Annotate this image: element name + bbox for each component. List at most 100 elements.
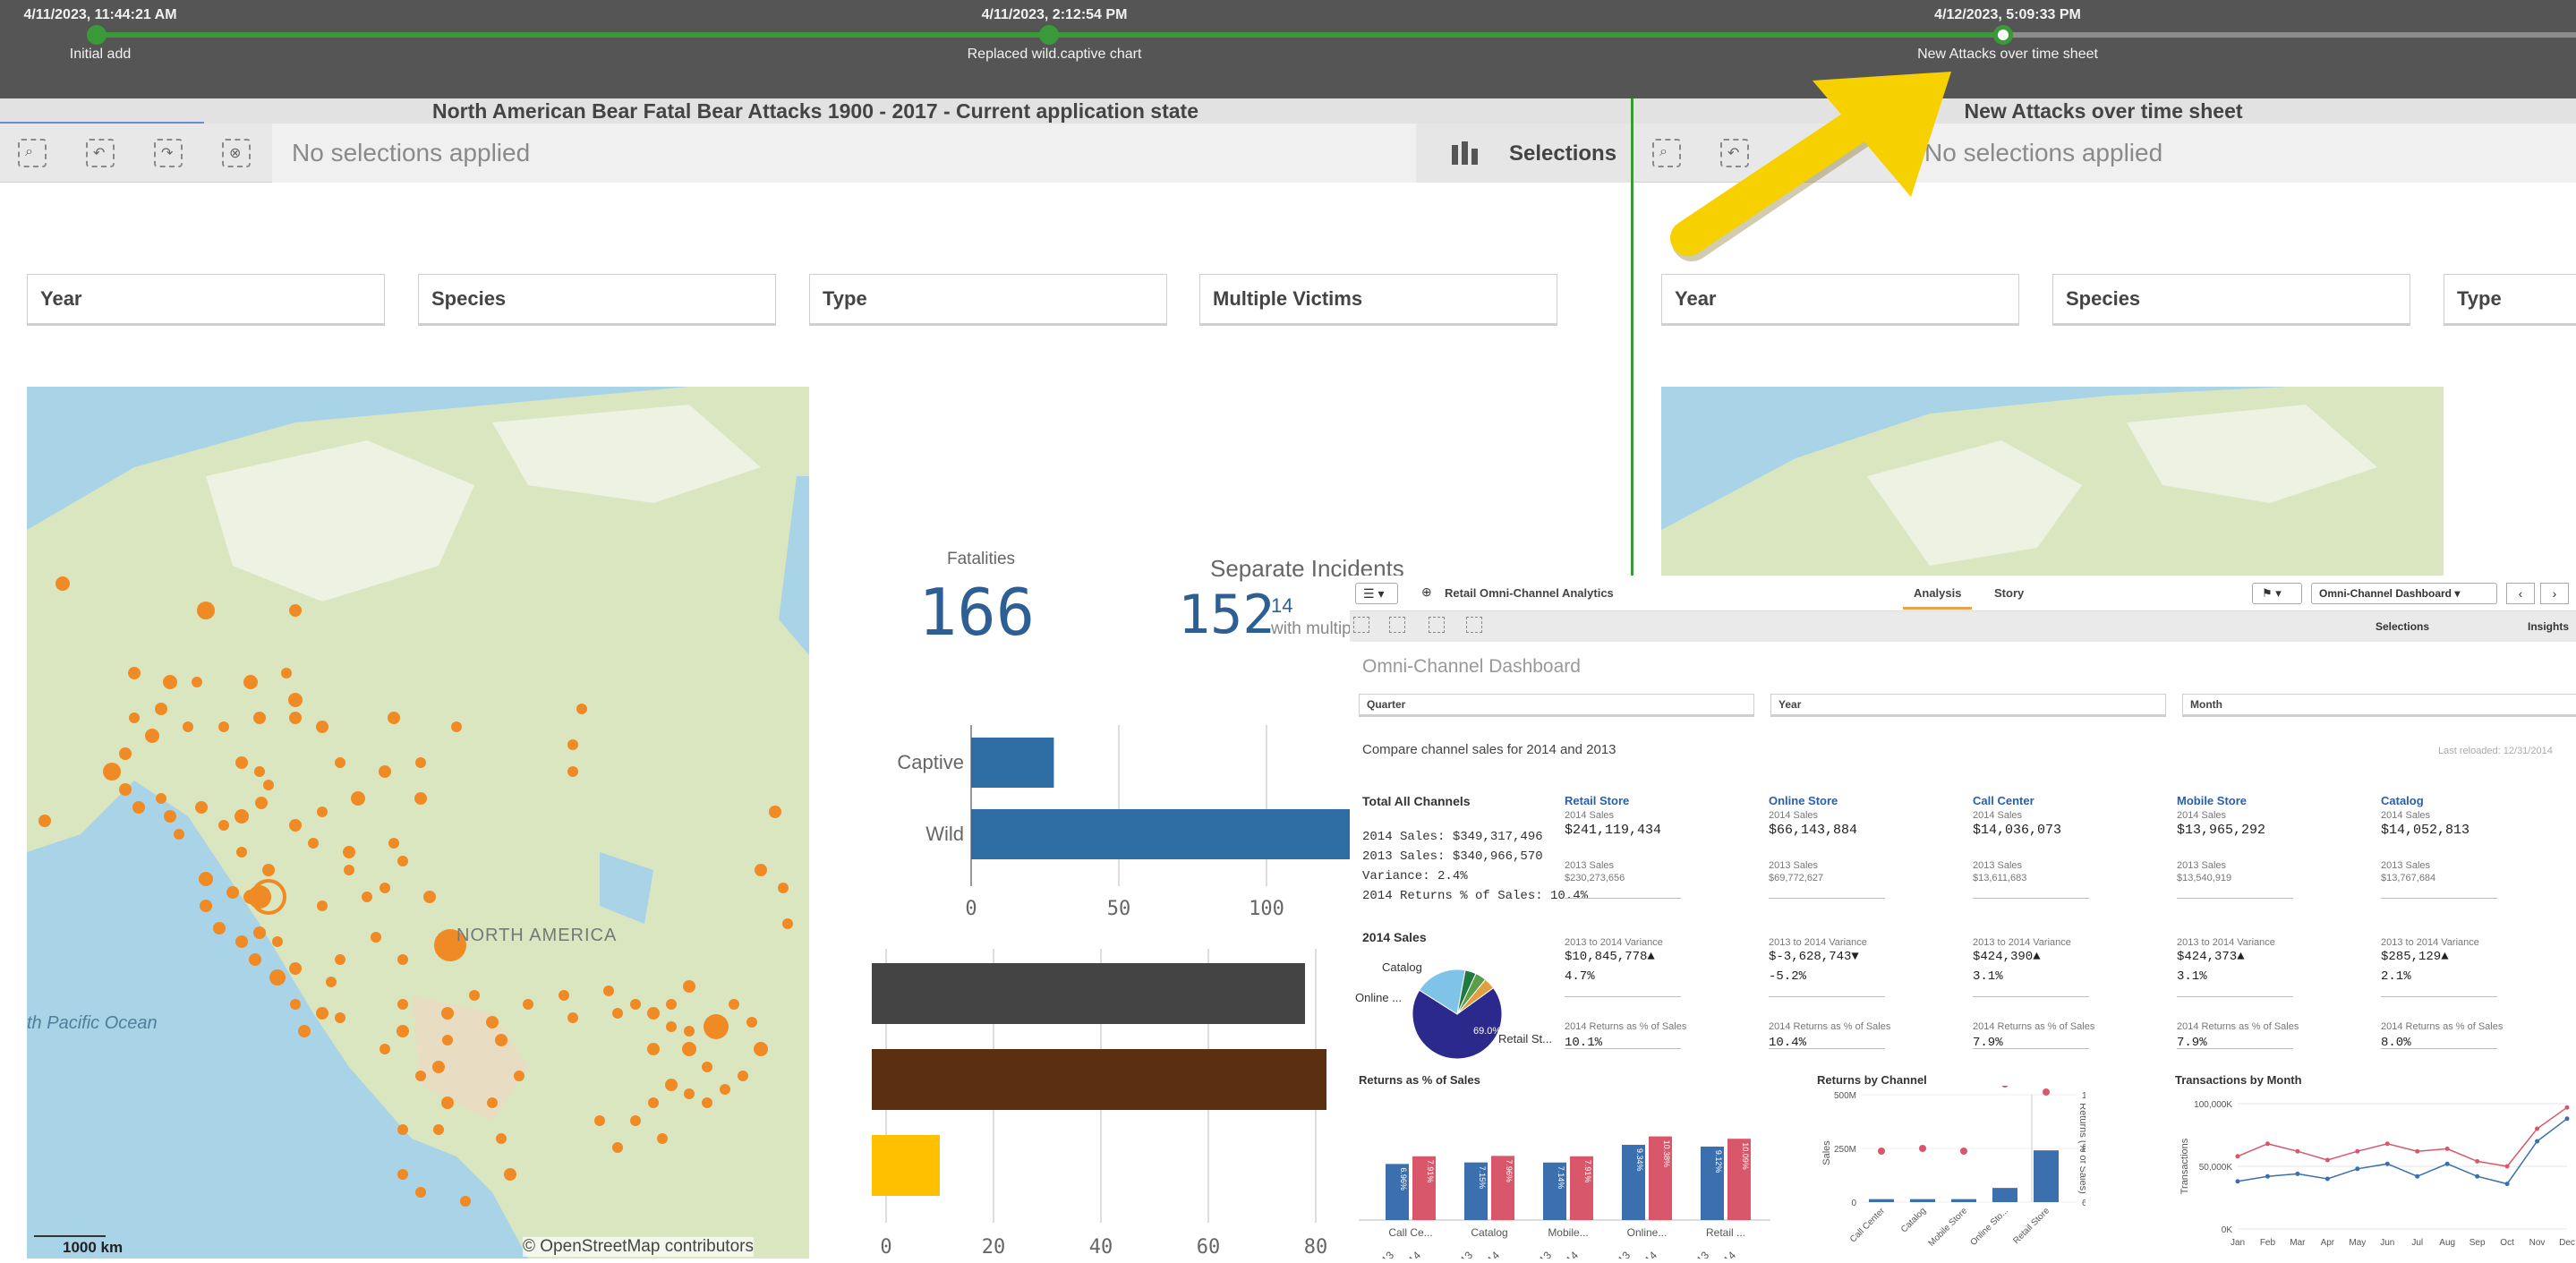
timeline-event-3[interactable] <box>1993 25 2013 45</box>
tab-analysis[interactable]: Analysis <box>1903 586 1973 610</box>
sales-pie-chart[interactable]: 69.0% <box>1403 960 1511 1068</box>
retail-clear-icon[interactable] <box>1466 617 1482 633</box>
data-label: 7.15% <box>1478 1166 1487 1190</box>
lower-bar-chart[interactable]: 0 20 40 60 80 <box>859 949 1361 1259</box>
menu-icon[interactable]: ☰ ▾ <box>1355 583 1398 604</box>
retail-subtitle: Compare channel sales for 2014 and 2013 <box>1362 742 1616 757</box>
filter-year-right[interactable]: Year <box>1661 274 2019 326</box>
data-label: 6.96% <box>1399 1167 1408 1190</box>
timeline-event-2[interactable] <box>1039 25 1059 45</box>
year-label: 2013 <box>1370 1249 1396 1259</box>
filter-year-retail[interactable]: Year <box>1770 694 2166 717</box>
divider <box>2381 1048 2497 1049</box>
y-tick: 0K <box>2222 1225 2233 1235</box>
filter-species[interactable]: Species <box>418 274 776 326</box>
category-label: Catalog <box>1471 1226 1507 1239</box>
selections-button[interactable]: Selections <box>1414 124 1631 183</box>
tick-label: 40 <box>1089 1236 1113 1259</box>
returns-chart[interactable]: 6.96%7.91%Call Ce...201320147.15%7.96%Ca… <box>1359 1086 1770 1259</box>
label: 2013 to 2014 Variance <box>1973 937 2071 948</box>
sheet-dropdown[interactable]: Omni-Channel Dashboard ▾ <box>2311 583 2497 604</box>
return-point <box>1919 1145 1926 1152</box>
transactions-chart[interactable]: 100,000K 50,000K 0K Transactions Jan Feb Mar Ap… <box>2175 1086 2576 1259</box>
total-sales-2014: 2014 Sales: $349,317,496 <box>1362 830 1543 844</box>
filter-month[interactable]: Month <box>2182 694 2576 717</box>
retail-selections-button[interactable]: Selections <box>2376 620 2429 633</box>
filter-species-right[interactable]: Species <box>2052 274 2410 326</box>
series-point <box>2535 1139 2540 1144</box>
prev-sheet-icon[interactable]: ‹ <box>2506 583 2535 604</box>
y-tick: 0 <box>1851 1199 1856 1208</box>
attack-map[interactable]: NORTH AMERICA th Pacific Ocean 1000 km ©… <box>27 387 809 1259</box>
attack-map-right[interactable] <box>1661 387 2444 576</box>
return-point <box>1878 1148 1885 1155</box>
clear-selections-icon[interactable]: ⊗ <box>222 139 251 167</box>
year-label: 2014 <box>1555 1249 1581 1259</box>
retail-search-icon[interactable] <box>1353 617 1369 633</box>
returns-by-channel-chart[interactable]: 500M250M010.00%8.00%6.00%SalesReturns (%… <box>1817 1086 2086 1259</box>
channel-sales-2014: $241,119,434 <box>1565 823 1662 838</box>
retail-insights-button[interactable]: Insights <box>2528 620 2569 633</box>
y-tick: 100,000K <box>2194 1100 2232 1110</box>
category-label: Mobile... <box>1548 1226 1588 1239</box>
total-title: Total All Channels <box>1362 794 1471 808</box>
channel-sales-2013: $13,611,683 <box>1973 873 2027 883</box>
month-label: Aug <box>2439 1238 2455 1248</box>
channel-variance: $424,373▲ <box>2177 950 2245 964</box>
series-point <box>2444 1161 2450 1166</box>
next-sheet-icon[interactable]: › <box>2540 583 2569 604</box>
series-point <box>2295 1171 2300 1176</box>
series-point <box>2295 1148 2300 1154</box>
year-label: 2014 <box>1397 1249 1423 1259</box>
retail-toolbar: Selections Insights <box>1350 611 2576 642</box>
captive-wild-chart[interactable]: 0 50 100 Captive Wild <box>859 716 1361 931</box>
channel-variance-pct: 4.7% <box>1565 969 1595 984</box>
label: 2014 Sales <box>1565 810 1615 821</box>
step-forward-icon[interactable]: ↷ <box>154 139 183 167</box>
map-ocean-label: th Pacific Ocean <box>27 1013 158 1033</box>
kpi-incidents-value: 152 <box>1178 584 1275 646</box>
series-point <box>2504 1164 2510 1169</box>
timeline-timestamp: 4/11/2023, 2:12:54 PM <box>981 7 1128 22</box>
y-tick: 500M <box>1834 1091 1856 1101</box>
filter-year[interactable]: Year <box>27 274 385 326</box>
filter-multiple-victims[interactable]: Multiple Victims <box>1199 274 1557 326</box>
filter-quarter[interactable]: Quarter <box>1359 694 1754 717</box>
channel-variance: $10,845,778▲ <box>1565 950 1655 964</box>
bar <box>872 1135 940 1196</box>
category-label: Retail Store <box>2011 1206 2051 1246</box>
label: 2014 Sales <box>2381 810 2431 821</box>
filter-type-right[interactable]: Type <box>2444 274 2576 326</box>
return-point <box>2001 1086 2009 1088</box>
divider <box>2381 898 2497 899</box>
last-reloaded: Last reloaded: 12/31/2014 <box>2438 746 2553 756</box>
label: 2014 Sales <box>1973 810 2023 821</box>
selections-icon <box>1452 141 1479 165</box>
smart-search-icon[interactable]: ⌕ <box>18 139 47 167</box>
retail-forward-icon[interactable] <box>1429 617 1445 633</box>
series-point <box>2564 1105 2570 1110</box>
bookmark-icon[interactable]: ⚑ ▾ <box>2252 583 2302 604</box>
retail-app-window: ☰ ▾ ⊕ Retail Omni-Channel Analytics Anal… <box>1350 576 2576 1259</box>
timeline-track-future <box>2003 32 2576 38</box>
map-region-label: NORTH AMERICA <box>456 926 618 945</box>
timeline-event-1[interactable] <box>87 25 107 45</box>
data-label: 7.96% <box>1505 1159 1514 1182</box>
channel-sales-2013: $13,540,919 <box>2177 873 2232 883</box>
highlight-arrow-icon <box>1670 72 1951 261</box>
tab-story[interactable]: Story <box>1994 586 2024 600</box>
retail-back-icon[interactable] <box>1389 617 1405 633</box>
pie-label-retail: Retail St... <box>1498 1032 1552 1045</box>
step-back-icon[interactable]: ↶ <box>86 139 115 167</box>
category-label: Call Ce... <box>1388 1226 1432 1239</box>
data-label: 7.14% <box>1557 1166 1565 1190</box>
series-point <box>2384 1141 2390 1147</box>
data-label: 9.12% <box>1714 1150 1723 1173</box>
tick-label: 50 <box>1107 898 1131 920</box>
divider <box>1769 898 1885 899</box>
filter-type[interactable]: Type <box>809 274 1167 326</box>
label: 2013 Sales <box>2381 860 2431 871</box>
month-label: Jun <box>2380 1238 2394 1248</box>
label: 2014 Returns as % of Sales <box>2381 1021 2503 1032</box>
retail-header: ☰ ▾ ⊕ Retail Omni-Channel Analytics Anal… <box>1350 576 2576 611</box>
